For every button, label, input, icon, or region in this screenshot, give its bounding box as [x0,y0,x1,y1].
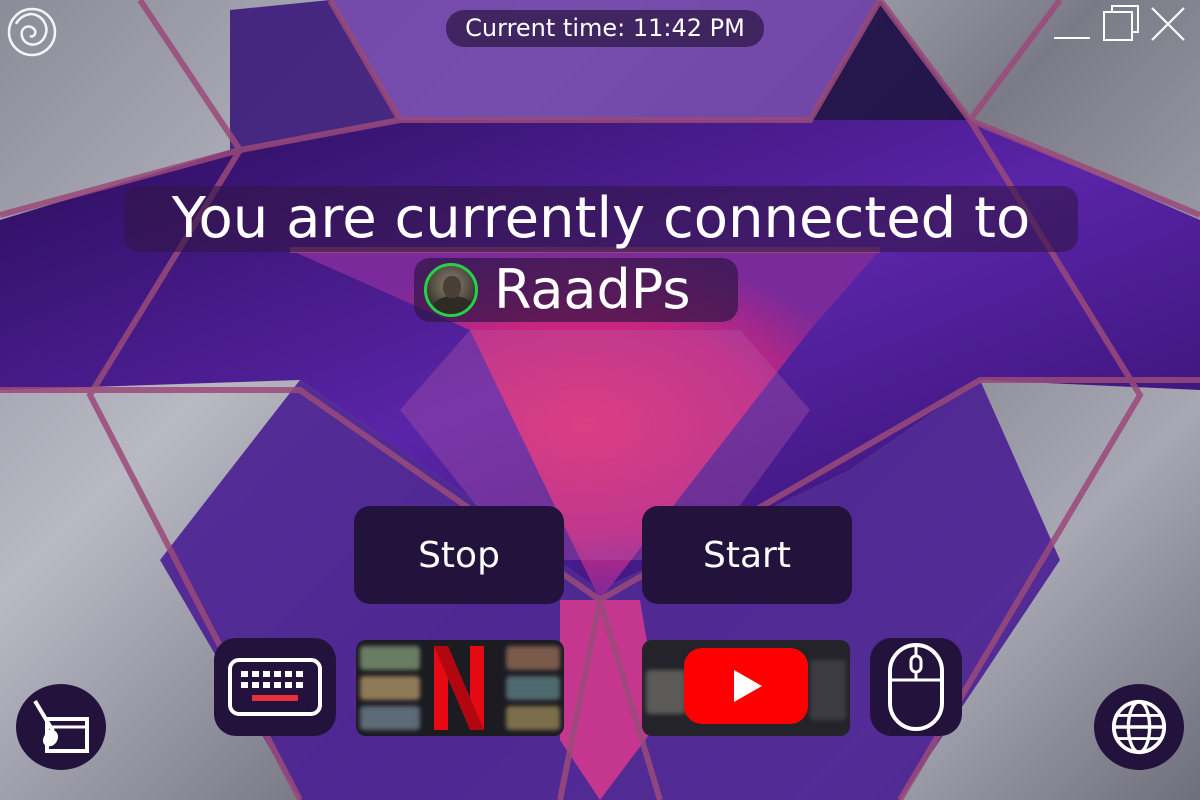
app-logo[interactable] [6,6,58,58]
maximize-button[interactable] [1100,4,1140,44]
start-button[interactable]: Start [642,506,852,604]
keyboard-button[interactable] [214,638,336,736]
connection-headline: You are currently connected to [124,186,1078,252]
connected-peer: RaadPs [414,258,738,322]
window-controls [1052,4,1192,44]
draw-button[interactable] [16,684,106,770]
close-button[interactable] [1148,4,1188,44]
user-avatar [424,263,478,317]
current-time-badge: Current time: 11:42 PM [446,10,764,47]
mouse-icon [888,643,944,731]
minimize-icon [1054,37,1090,39]
netflix-app-tile[interactable] [356,640,564,736]
stop-button[interactable]: Stop [354,506,564,604]
background-artwork [0,0,1200,800]
youtube-logo-icon [684,648,808,724]
globe-icon [1111,699,1167,755]
peer-name: RaadPs [494,258,691,321]
youtube-app-tile[interactable] [642,640,850,736]
netflix-logo-icon [434,646,484,730]
maximize-icon [1103,5,1139,41]
close-icon [1151,7,1185,41]
mouse-button[interactable] [870,638,962,736]
swirl-logo-icon [7,7,57,57]
keyboard-icon [228,658,322,716]
minimize-button[interactable] [1052,4,1092,44]
language-button[interactable] [1094,684,1184,770]
paintbrush-canvas-icon [33,699,89,753]
